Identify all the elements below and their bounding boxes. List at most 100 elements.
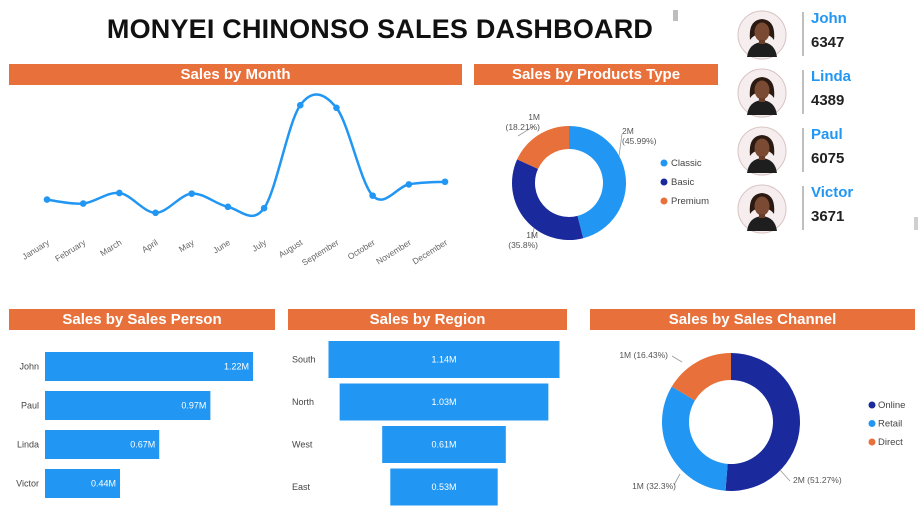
category-label: Victor (16, 479, 39, 489)
avatar-neck (759, 98, 765, 102)
month-point (116, 189, 123, 197)
legend-label: Premium (671, 196, 709, 207)
avatar-icon (737, 126, 787, 176)
legend-marker (868, 438, 876, 446)
month-tick-label: December (411, 237, 450, 266)
data-label: 1.03M (431, 397, 456, 407)
month-tick-label: April (140, 237, 160, 255)
month-point (333, 104, 340, 112)
sales-by-month-title: Sales by Month (9, 64, 462, 85)
bar (45, 352, 253, 381)
person-sales-value: 6075 (811, 150, 845, 167)
data-label: 0.67M (130, 440, 155, 450)
donut-slice-basic (512, 159, 584, 240)
person-name: Victor (811, 184, 854, 201)
sales-by-month-chart: January February March April May June July Augu… (20, 93, 450, 268)
month-series-line (46, 93, 446, 218)
callout-label: 2M (51.27%) (793, 475, 842, 485)
category-label: North (292, 397, 314, 407)
legend-marker (868, 420, 876, 427)
category-label: John (19, 362, 39, 372)
card-divider (802, 70, 804, 114)
avatar-neck (759, 214, 765, 218)
month-point (369, 192, 376, 199)
sales-by-sales-channel-chart: 2M (51.27%) 1M (32.3%) 1M (16.43%) Online Re… (619, 350, 905, 491)
month-point (188, 190, 196, 197)
data-label: 0.61M (431, 440, 456, 450)
person-sales-value: 3671 (811, 208, 845, 225)
scroll-indicator[interactable] (673, 10, 678, 21)
card-divider (802, 186, 804, 230)
month-point (296, 101, 304, 109)
person-name: John (811, 10, 847, 27)
data-label: 0.97M (181, 401, 206, 411)
card-divider (802, 12, 804, 56)
category-label: East (292, 482, 311, 492)
month-tick-label: January (20, 237, 52, 262)
month-tick-label: September (300, 237, 341, 268)
month-point (441, 178, 449, 186)
person-card-victor[interactable]: Victor 3671 (737, 184, 912, 236)
month-point (224, 203, 232, 211)
category-label: Paul (21, 401, 39, 411)
person-card-paul[interactable]: Paul 6075 (737, 126, 912, 178)
month-point (79, 200, 87, 207)
person-sales-value: 6347 (811, 34, 845, 51)
callout-percent: (18.21%) (506, 122, 541, 132)
month-tick-label: June (211, 237, 232, 255)
sales-by-sales-channel-title: Sales by Sales Channel (590, 309, 915, 330)
data-label: 0.44M (91, 479, 116, 489)
avatar-face (754, 22, 770, 42)
callout-label: 1M (16.43%) (619, 350, 668, 360)
data-label: 0.53M (431, 482, 456, 492)
month-tick-label: October (346, 237, 377, 262)
page-title: MONYEI CHINONSO SALES DASHBOARD (106, 14, 654, 44)
avatar-face (754, 196, 770, 216)
data-label: 1.22M (224, 362, 249, 372)
person-card-linda[interactable]: Linda 4389 (737, 68, 912, 120)
category-label: South (292, 355, 316, 365)
month-point (152, 209, 159, 217)
month-point (43, 196, 51, 203)
legend-marker (868, 401, 876, 409)
month-tick-label: July (250, 237, 269, 254)
callout-percent: (45.99%) (622, 136, 657, 146)
callout-value: 2M (622, 126, 634, 136)
sales-by-products-type-title: Sales by Products Type (474, 64, 718, 85)
avatar-neck (759, 40, 765, 44)
callout-label: 1M (32.3%) (632, 481, 676, 491)
month-tick-label: November (374, 237, 413, 266)
legend-label: Online (878, 400, 905, 411)
avatar-face (754, 80, 770, 100)
month-point (260, 204, 268, 212)
person-card-john[interactable]: John 6347 (737, 10, 912, 62)
person-name: Paul (811, 126, 843, 143)
callout-line (671, 355, 683, 363)
donut-slice-online (725, 353, 800, 491)
callout-value: 1M (528, 112, 540, 122)
card-divider (802, 128, 804, 172)
person-name: Linda (811, 68, 851, 85)
legend-label: Direct (878, 437, 903, 448)
donut-slice-retail (662, 386, 728, 491)
avatar-icon (737, 10, 787, 60)
month-tick-label: February (53, 237, 88, 264)
sales-by-sales-person-chart: John 1.22M Paul 0.97M Linda 0.67M Victor 0.44M (16, 352, 253, 498)
data-label: 1.14M (431, 355, 456, 365)
legend-marker (660, 197, 668, 205)
callout-percent: (35.8%) (508, 240, 538, 250)
legend-label: Classic (671, 158, 702, 169)
callout-value: 1M (526, 230, 538, 240)
category-label: West (292, 440, 313, 450)
sales-by-region-title: Sales by Region (288, 309, 567, 330)
avatar-icon (737, 68, 787, 118)
avatar-neck (759, 156, 765, 160)
sales-by-region-chart: South 1.14M North 1.03M West 0.61M East 0.53M (292, 341, 560, 506)
callout-line (779, 469, 791, 482)
month-point (405, 181, 413, 188)
month-tick-label: May (177, 237, 197, 254)
month-tick-label: August (277, 237, 305, 260)
scrollbar-handle[interactable] (914, 217, 918, 230)
legend-marker (660, 178, 668, 186)
legend-label: Retail (878, 419, 902, 430)
